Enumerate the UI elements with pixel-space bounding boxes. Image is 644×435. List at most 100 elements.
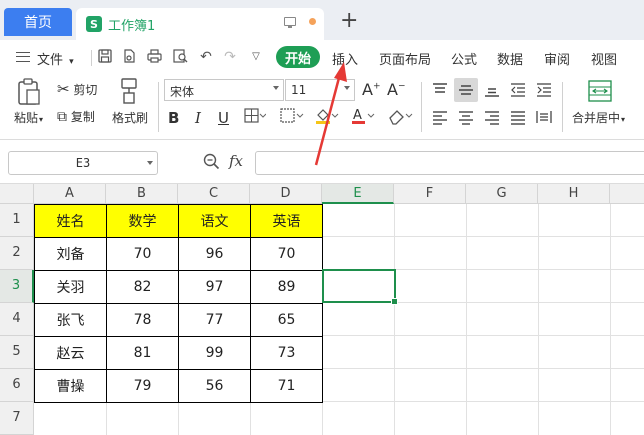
table-cell[interactable]: 81 [107, 337, 179, 370]
tab-data[interactable]: 数据 [497, 49, 523, 68]
tab-view[interactable]: 视图 [591, 49, 617, 68]
column-header-next[interactable] [610, 184, 644, 204]
cell-style-icon[interactable] [280, 108, 304, 128]
table-cell[interactable]: 99 [179, 337, 251, 370]
table-cell[interactable]: 77 [179, 304, 251, 337]
name-box[interactable]: E3 [8, 151, 158, 175]
column-header-h[interactable]: H [538, 184, 610, 204]
document-tab[interactable]: S 工作簿1 [76, 8, 324, 40]
tab-formulas[interactable]: 公式 [451, 49, 477, 68]
print-preview-icon[interactable] [172, 49, 188, 65]
fx-button[interactable]: fx [229, 152, 243, 170]
column-header-d[interactable]: D [250, 184, 322, 204]
home-tab[interactable]: 首页 [4, 8, 72, 36]
file-menu[interactable]: 文件 ▾ [37, 49, 74, 68]
bold-icon[interactable]: B [168, 109, 179, 127]
column-header-b[interactable]: B [106, 184, 178, 204]
align-top-icon[interactable] [432, 82, 448, 101]
row-header-4[interactable]: 4 [0, 303, 34, 336]
table-header-cell[interactable]: 姓名 [35, 205, 107, 238]
justify-icon[interactable] [510, 109, 526, 128]
merge-cells-icon[interactable] [588, 80, 612, 105]
row-header-7[interactable]: 7 [0, 402, 34, 435]
format-painter-icon[interactable] [119, 78, 139, 107]
align-left-icon[interactable] [432, 109, 448, 128]
table-header-cell[interactable]: 数学 [107, 205, 179, 238]
paste-icon[interactable] [16, 78, 42, 109]
paste-button[interactable]: 粘贴▾ [14, 109, 43, 126]
font-name-value: 宋体 [170, 85, 195, 99]
table-cell[interactable]: 89 [251, 271, 323, 304]
table-cell[interactable]: 82 [107, 271, 179, 304]
monitor-icon[interactable] [284, 17, 296, 28]
table-header-cell[interactable]: 英语 [251, 205, 323, 238]
align-bottom-icon[interactable] [484, 82, 500, 101]
column-header-c[interactable]: C [178, 184, 250, 204]
align-right-icon[interactable] [484, 109, 500, 128]
save-icon[interactable] [97, 49, 113, 65]
cut-button[interactable]: ✂ 剪切 [57, 80, 97, 98]
font-color-icon[interactable]: A [350, 107, 376, 129]
distributed-align-icon[interactable] [536, 109, 552, 128]
border-icon[interactable] [244, 108, 267, 128]
formula-input[interactable] [255, 151, 644, 175]
table-cell[interactable]: 65 [251, 304, 323, 337]
table-cell[interactable]: 71 [251, 370, 323, 403]
format-painter-button[interactable]: 格式刷 [112, 109, 148, 126]
eraser-icon[interactable] [386, 107, 414, 129]
print-icon[interactable] [146, 49, 162, 65]
increase-indent-icon[interactable] [536, 82, 552, 101]
table-cell[interactable]: 97 [179, 271, 251, 304]
increase-font-icon[interactable]: A+ [362, 80, 381, 99]
column-header-a[interactable]: A [34, 184, 106, 204]
tab-review[interactable]: 审阅 [544, 49, 570, 68]
row-header-1[interactable]: 1 [0, 204, 34, 237]
menu-icon[interactable] [16, 52, 30, 62]
font-size-select[interactable]: 11 [285, 79, 355, 101]
export-icon[interactable] [121, 49, 137, 65]
active-cell-e3[interactable] [322, 269, 398, 305]
table-cell[interactable]: 96 [179, 238, 251, 271]
copy-button[interactable]: ⧉ 复制 [57, 108, 95, 125]
unsaved-indicator-icon[interactable] [309, 18, 316, 25]
align-middle-icon[interactable] [458, 82, 474, 101]
table-cell[interactable]: 79 [107, 370, 179, 403]
table-cell[interactable]: 73 [251, 337, 323, 370]
zoom-icon[interactable] [203, 153, 220, 174]
row-header-5[interactable]: 5 [0, 336, 34, 369]
select-all-corner[interactable] [0, 184, 34, 204]
underline-icon[interactable]: U [218, 109, 229, 127]
table-cell[interactable]: 曹操 [35, 370, 107, 403]
table-cell[interactable]: 关羽 [35, 271, 107, 304]
table-cell[interactable]: 70 [251, 238, 323, 271]
column-header-g[interactable]: G [466, 184, 538, 204]
table-header-cell[interactable]: 语文 [179, 205, 251, 238]
merge-center-button[interactable]: 合并居中▾ [572, 109, 625, 126]
tab-start-label: 开始 [284, 51, 311, 67]
font-name-select[interactable]: 宋体 [164, 79, 284, 101]
customize-toolbar-icon[interactable]: ▽ [248, 49, 264, 65]
row-header-6[interactable]: 6 [0, 369, 34, 402]
table-cell[interactable]: 赵云 [35, 337, 107, 370]
table-cell[interactable]: 56 [179, 370, 251, 403]
table-cell[interactable]: 70 [107, 238, 179, 271]
table-cell[interactable]: 78 [107, 304, 179, 337]
row-header-3[interactable]: 3 [0, 270, 34, 303]
tab-page-layout[interactable]: 页面布局 [379, 49, 431, 68]
column-header-f[interactable]: F [394, 184, 466, 204]
home-tab-label: 首页 [24, 15, 52, 31]
table-cell[interactable]: 张飞 [35, 304, 107, 337]
fill-color-icon[interactable] [314, 107, 340, 129]
tab-insert[interactable]: 插入 [332, 49, 358, 68]
align-center-icon[interactable] [458, 109, 474, 128]
row-header-2[interactable]: 2 [0, 237, 34, 270]
decrease-font-icon[interactable]: A− [387, 80, 406, 99]
column-header-e[interactable]: E [322, 184, 394, 204]
plus-icon[interactable]: + [340, 10, 358, 32]
undo-icon[interactable]: ↶ [198, 49, 214, 65]
tab-start[interactable]: 开始 [276, 46, 320, 68]
redo-icon[interactable]: ↷ [222, 49, 238, 65]
decrease-indent-icon[interactable] [510, 82, 526, 101]
italic-icon[interactable]: I [195, 109, 201, 127]
table-cell[interactable]: 刘备 [35, 238, 107, 271]
